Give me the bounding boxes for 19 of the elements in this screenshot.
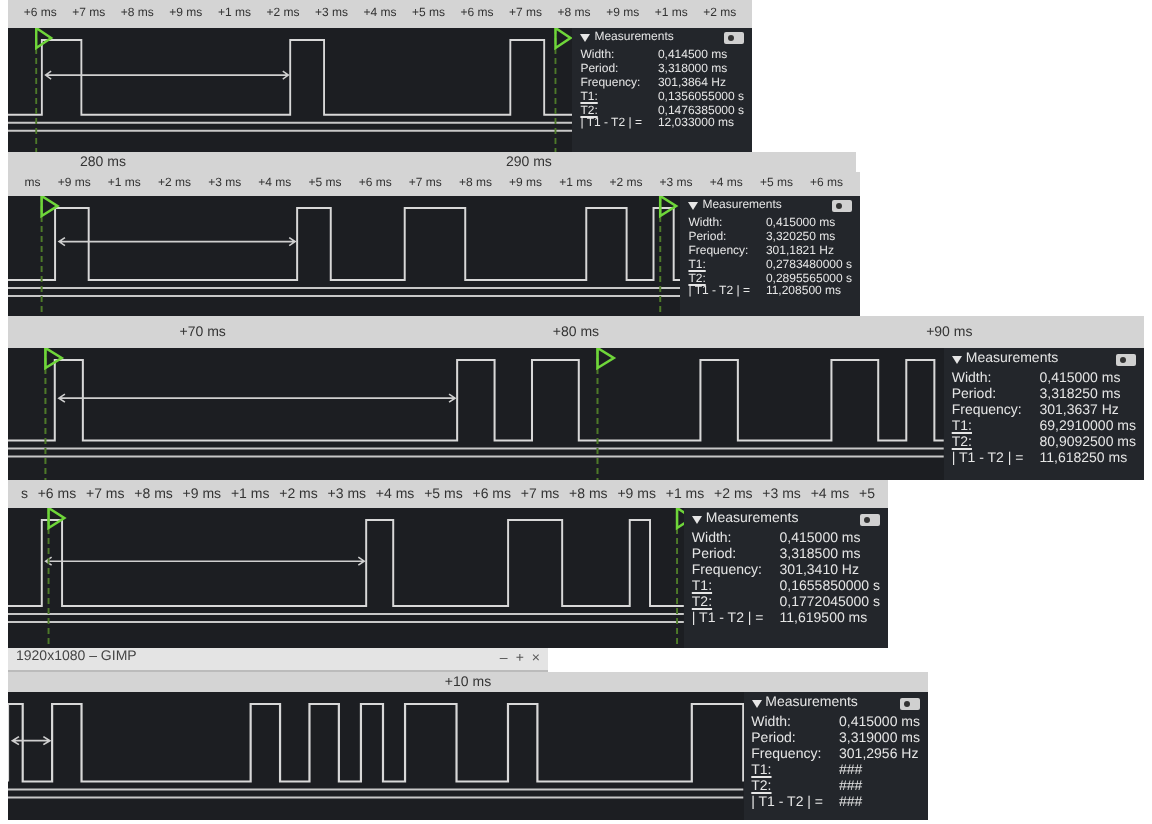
- width-measure-arrow: [10, 735, 52, 746]
- cursor-marker[interactable]: [34, 28, 54, 152]
- cursor-marker[interactable]: [675, 508, 684, 648]
- cursor-marker[interactable]: [47, 508, 67, 648]
- collapse-triangle-icon: [691, 515, 702, 523]
- cursor-marker[interactable]: [658, 196, 679, 316]
- settings-icon[interactable]: [860, 513, 880, 525]
- collapse-triangle-icon: [751, 699, 762, 707]
- settings-icon[interactable]: [1116, 353, 1136, 365]
- collapse-triangle-icon: [580, 34, 591, 42]
- collapse-triangle-icon: [688, 202, 699, 210]
- cursor-marker[interactable]: [40, 196, 60, 316]
- cursor-marker[interactable]: [44, 348, 65, 480]
- cursor-marker[interactable]: [554, 28, 573, 152]
- cursor-marker[interactable]: [596, 348, 617, 480]
- settings-icon[interactable]: [724, 32, 744, 44]
- collapse-triangle-icon: [951, 355, 962, 363]
- settings-icon[interactable]: [832, 200, 852, 212]
- settings-icon[interactable]: [900, 697, 920, 709]
